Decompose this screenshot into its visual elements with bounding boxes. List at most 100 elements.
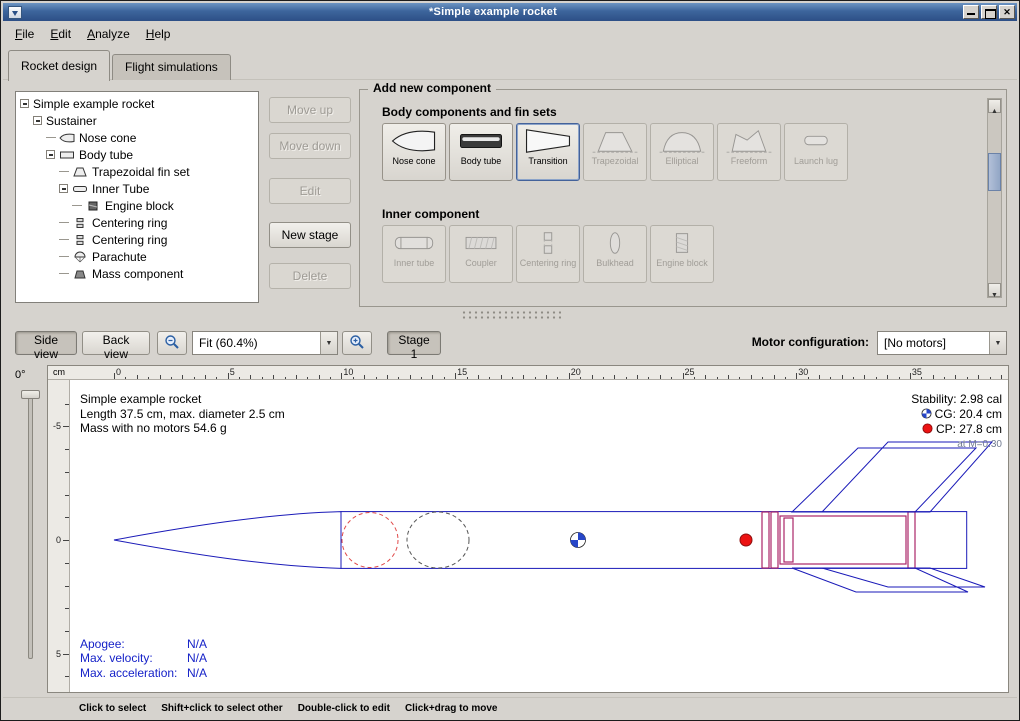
add-coupler-button[interactable]: Coupler: [449, 225, 513, 283]
move-down-button[interactable]: Move down: [269, 133, 351, 159]
rotation-slider-handle[interactable]: [21, 390, 40, 399]
expander-minus-icon[interactable]: [33, 116, 42, 125]
menu-item-analyze[interactable]: Analyze: [79, 24, 138, 44]
cp-readout: CP: 27.8 cm: [911, 422, 1002, 437]
h-ruler-label: 35: [912, 367, 922, 377]
tree-connector: [72, 205, 82, 206]
expander-minus-icon[interactable]: [20, 99, 29, 108]
close-button[interactable]: [999, 5, 1015, 19]
tree-item-label: Mass component: [92, 267, 183, 281]
h-ruler-label: 5: [230, 367, 235, 377]
h-ruler: 05101520253035: [48, 366, 1008, 380]
v-ruler-label: -5: [53, 421, 61, 431]
back-view-button[interactable]: Back view: [82, 331, 150, 355]
rocket-mass: Mass with no motors 54.6 g: [80, 421, 285, 436]
nose-cone-outline[interactable]: [114, 512, 341, 569]
tab-rocket-design[interactable]: Rocket design: [8, 50, 110, 81]
h-ruler-label: 20: [571, 367, 581, 377]
scrollbar-thumb[interactable]: [988, 153, 1001, 191]
cp-icon: [922, 422, 936, 436]
inner-tube-icon: [72, 183, 88, 195]
add-elliptical-button[interactable]: Elliptical: [650, 123, 714, 181]
component-button-label: Centering ring: [520, 259, 577, 269]
tree-item-inner-tube[interactable]: Inner Tube: [16, 180, 258, 197]
tree-item-nose-cone[interactable]: Nose cone: [16, 129, 258, 146]
minimize-button[interactable]: [963, 5, 979, 19]
add-centering-ring-button[interactable]: Centering ring: [516, 225, 580, 283]
motor-config-combo[interactable]: [No motors]: [877, 331, 1007, 355]
tree-item-sustainer[interactable]: Sustainer: [16, 112, 258, 129]
rotation-slider[interactable]: [28, 393, 33, 659]
status-hint: Shift+click to select other: [161, 703, 282, 714]
new-stage-button[interactable]: New stage: [269, 222, 351, 248]
tree-item-trapezoidal-fin-set[interactable]: Trapezoidal fin set: [16, 163, 258, 180]
tree-item-label: Body tube: [79, 148, 133, 162]
add-body-tube-button[interactable]: Body tube: [449, 123, 513, 181]
add-trapezoidal-button[interactable]: Trapezoidal: [583, 123, 647, 181]
scrollbar-down-icon[interactable]: [988, 283, 1001, 297]
window-menu-icon[interactable]: [8, 6, 22, 19]
cg-readout: CG: 20.4 cm: [911, 407, 1002, 422]
tree-item-parachute[interactable]: Parachute: [16, 248, 258, 265]
transition-icon: [522, 126, 574, 156]
side-view-button[interactable]: Side view: [15, 331, 77, 355]
body-components-label: Body components and fin sets: [382, 105, 557, 119]
add-component-scrollbar[interactable]: [987, 98, 1002, 298]
add-freeform-button[interactable]: Freeform: [717, 123, 781, 181]
motor-config-value: [No motors]: [878, 332, 989, 354]
cp-value: CP: 27.8 cm: [936, 422, 1002, 436]
body-tube-outline[interactable]: [341, 512, 967, 569]
tree-connector: [59, 171, 69, 172]
maximize-button[interactable]: [981, 5, 997, 19]
centering-ring-icon: [522, 228, 574, 258]
tree-item-simple-example-rocket[interactable]: Simple example rocket: [16, 95, 258, 112]
rocket-canvas[interactable]: Simple example rocket Length 37.5 cm, ma…: [70, 380, 1008, 692]
flight-stat-row: Apogee:N/A: [80, 637, 207, 652]
tree-item-engine-block[interactable]: Engine block: [16, 197, 258, 214]
zoom-out-button[interactable]: [157, 331, 187, 355]
tree-item-label: Sustainer: [46, 114, 97, 128]
edit-button[interactable]: Edit: [269, 178, 351, 204]
component-tree[interactable]: Simple example rocket SustainerNose cone B…: [15, 91, 259, 303]
tree-item-mass-component[interactable]: Mass component: [16, 265, 258, 282]
nose-cone-icon: [59, 132, 75, 144]
flight-stat-value: N/A: [187, 651, 207, 665]
zoom-combo-value: Fit (60.4%): [193, 332, 320, 354]
chevron-down-icon[interactable]: [320, 332, 337, 354]
component-button-label: Inner tube: [394, 259, 435, 269]
expander-minus-icon[interactable]: [59, 184, 68, 193]
tree-item-body-tube[interactable]: Body tube: [16, 146, 258, 163]
menu-item-file[interactable]: File: [7, 24, 42, 44]
tab-flight-simulations[interactable]: Flight simulations: [112, 54, 231, 80]
add-nose-cone-button[interactable]: Nose cone: [382, 123, 446, 181]
add-inner-tube-button[interactable]: Inner tube: [382, 225, 446, 283]
zoom-combo[interactable]: Fit (60.4%): [192, 331, 338, 355]
flight-stat-label: Max. velocity:: [80, 651, 187, 666]
flight-stat-label: Max. acceleration:: [80, 666, 187, 681]
menu-item-help[interactable]: Help: [138, 24, 179, 44]
title-bar[interactable]: *Simple example rocket: [3, 3, 1017, 21]
flight-stat-label: Apogee:: [80, 637, 187, 652]
rocket-dimensions: Length 37.5 cm, max. diameter 2.5 cm: [80, 407, 285, 422]
add-bulkhead-button[interactable]: Bulkhead: [583, 225, 647, 283]
add-engine-block-button[interactable]: Engine block: [650, 225, 714, 283]
app-window: *Simple example rocket FileEditAnalyzeHe…: [0, 0, 1020, 721]
add-transition-button[interactable]: Transition: [516, 123, 580, 181]
splitter-handle[interactable]: [461, 310, 561, 321]
tree-item-centering-ring[interactable]: Centering ring: [16, 214, 258, 231]
zoom-in-button[interactable]: [342, 331, 372, 355]
delete-button[interactable]: Delete: [269, 263, 351, 289]
stage-1-toggle[interactable]: Stage 1: [387, 331, 441, 355]
component-button-label: Freeform: [731, 157, 768, 167]
component-button-label: Transition: [528, 157, 567, 167]
add-launch-lug-button[interactable]: Launch lug: [784, 123, 848, 181]
launch-lug-icon: [790, 126, 842, 156]
menu-item-edit[interactable]: Edit: [42, 24, 79, 44]
parachute-icon: [72, 251, 88, 263]
status-hint: Click to select: [79, 703, 146, 714]
expander-minus-icon[interactable]: [46, 150, 55, 159]
move-up-button[interactable]: Move up: [269, 97, 351, 123]
tree-item-centering-ring[interactable]: Centering ring: [16, 231, 258, 248]
scrollbar-up-icon[interactable]: [988, 99, 1001, 113]
chevron-down-icon[interactable]: [989, 332, 1006, 354]
